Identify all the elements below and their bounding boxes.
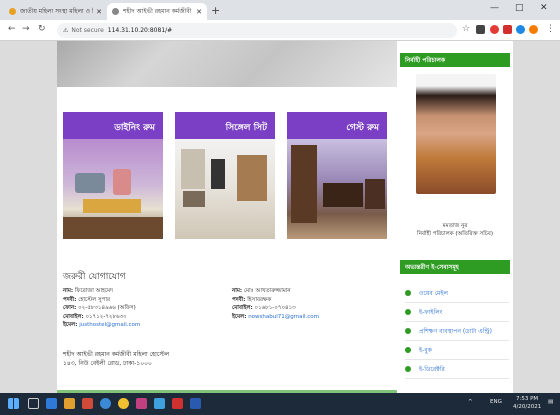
chrome-icon[interactable] (118, 398, 129, 409)
minimize-button[interactable]: — (490, 3, 499, 13)
bullet-icon (405, 309, 411, 315)
forward-arrow-icon[interactable]: → (22, 24, 30, 34)
tab-close-icon[interactable]: ✕ (196, 8, 202, 16)
service-link-webmail[interactable]: ওয়েব মেইল (405, 284, 509, 303)
edge-icon[interactable] (100, 398, 111, 409)
right-sidebar: নির্বাহী পরিচালক মমতাজ নুর নির্বাহী পরিচ… (397, 41, 513, 393)
bookmark-star-icon[interactable]: ☆ (462, 24, 470, 34)
contact-person-2: নাম: মোঃ আখতারুজ্জামান পদবী: হিসাবরক্ষক … (232, 288, 320, 320)
browser-tabstrip: জাতীয় মহিলা সংস্থা মহিলা ও শিশু ✕ শহীদ … (0, 0, 560, 20)
tab-title: শহীদ আইভী রহমান কর্মজীবী মহি (123, 8, 193, 15)
emergency-contact-heading: জরুরী যোগাযোগ (63, 272, 126, 282)
address-bar[interactable]: ⚠ Not secure 114.31.10.20:8081/# (57, 23, 457, 38)
bullet-icon (405, 347, 411, 353)
browser-toolbar: ← → ↻ ⚠ Not secure 114.31.10.20:8081/# ☆… (0, 20, 560, 41)
security-label: Not secure (71, 27, 104, 34)
site-favicon-icon (112, 8, 119, 15)
internal-e-services-heading: অভ্যন্তরীণ ই-সেবাসমূহ (400, 260, 510, 274)
browser-tab-2[interactable]: শহীদ আইভী রহমান কর্মজীবী মহি ✕ (107, 3, 207, 20)
office-icon[interactable] (82, 398, 93, 409)
dining-room-card[interactable]: ডাইনিং রুম (63, 112, 163, 239)
site-favicon-icon (9, 8, 16, 15)
file-explorer-icon[interactable] (46, 398, 57, 409)
bullet-icon (405, 290, 411, 296)
email-link[interactable]: justhostel@gmail.com (79, 322, 140, 328)
language-indicator[interactable]: ENG (490, 399, 502, 405)
bullet-icon (405, 366, 411, 372)
app-icon[interactable] (136, 398, 147, 409)
executive-director-photo (416, 74, 496, 194)
extension-icon[interactable] (476, 25, 485, 34)
word-icon[interactable] (190, 398, 201, 409)
contact-person-1: নাম: ফিরোজা আহমেদ পদবী: হোস্টেল সুপার ফো… (63, 288, 141, 328)
email-link[interactable]: nowshabul71@gmail.com (248, 314, 319, 320)
web-page: ডাইনিং রুম সিঙ্গেল সিট গেস্ট রুম জরুরী য… (0, 41, 560, 393)
page-margin (513, 41, 560, 393)
service-link-efiling[interactable]: ই-ফাইলিং (405, 303, 509, 322)
single-seat-photo (175, 139, 275, 239)
card-title: ডাইনিং রুম (63, 112, 163, 139)
extension-icon[interactable] (516, 25, 525, 34)
profile-avatar-icon[interactable] (529, 25, 538, 34)
browser-tab-1[interactable]: জাতীয় মহিলা সংস্থা মহিলা ও শিশু ✕ (4, 3, 107, 20)
service-link-edirectory[interactable]: ই-ডিরেক্টরি (405, 360, 509, 379)
dining-room-photo (63, 139, 163, 239)
executive-director-heading: নির্বাহী পরিচালক (400, 53, 510, 67)
menu-dots-icon[interactable]: ⋮ (546, 24, 555, 34)
url-text: 114.31.10.20:8081/# (107, 27, 173, 34)
single-seat-card[interactable]: সিঙ্গেল সিট (175, 112, 275, 239)
banner-image (57, 41, 397, 87)
close-window-button[interactable]: ✕ (540, 3, 548, 13)
maximize-button[interactable]: □ (515, 3, 524, 13)
main-content: ডাইনিং রুম সিঙ্গেল সিট গেস্ট রুম জরুরী য… (57, 41, 397, 393)
guest-room-card[interactable]: গেস্ট রুম (287, 112, 387, 239)
service-link-training[interactable]: প্রশিক্ষণ ব্যবস্থাপন (ডাটা এন্ট্রি) (405, 322, 509, 341)
warning-icon: ⚠ (63, 27, 69, 34)
tab-title: জাতীয় মহিলা সংস্থা মহিলা ও শিশু (20, 8, 93, 15)
guest-room-photo (287, 139, 387, 239)
windows-start-icon[interactable] (8, 398, 19, 409)
tray-chevron-icon[interactable]: ^ (468, 399, 473, 405)
new-tab-button[interactable]: + (211, 4, 220, 17)
reload-icon[interactable]: ↻ (38, 24, 46, 34)
app-icon[interactable] (154, 398, 165, 409)
task-view-icon[interactable] (28, 398, 39, 409)
card-title: সিঙ্গেল সিট (175, 112, 275, 139)
back-arrow-icon[interactable]: ← (8, 24, 16, 34)
bullet-icon (405, 328, 411, 334)
folder-icon[interactable] (64, 398, 75, 409)
windows-taskbar: ^ ENG 7:53 PM 4/20/2021 ▤ (0, 393, 560, 415)
service-link-ebook[interactable]: ই-বুক (405, 341, 509, 360)
system-clock[interactable]: 7:53 PM 4/20/2021 (513, 396, 541, 411)
officer-name: মমতাজ নুর (442, 223, 468, 229)
hostel-address: শহীদ আইভী রহমান কর্মজীবী মহিলা হোস্টেল ১… (63, 351, 170, 367)
card-title: গেস্ট রুম (287, 112, 387, 139)
tab-close-icon[interactable]: ✕ (96, 8, 102, 16)
powerpoint-icon[interactable] (172, 398, 183, 409)
e-services-list: ওয়েব মেইল ই-ফাইলিং প্রশিক্ষণ ব্যবস্থাপন… (405, 284, 509, 379)
extension-icon[interactable] (503, 25, 512, 34)
opera-extension-icon[interactable] (490, 25, 499, 34)
officer-title: নির্বাহী পরিচালক (অতিরিক্ত সচিব) (417, 231, 493, 237)
notification-icon[interactable]: ▤ (548, 399, 553, 405)
